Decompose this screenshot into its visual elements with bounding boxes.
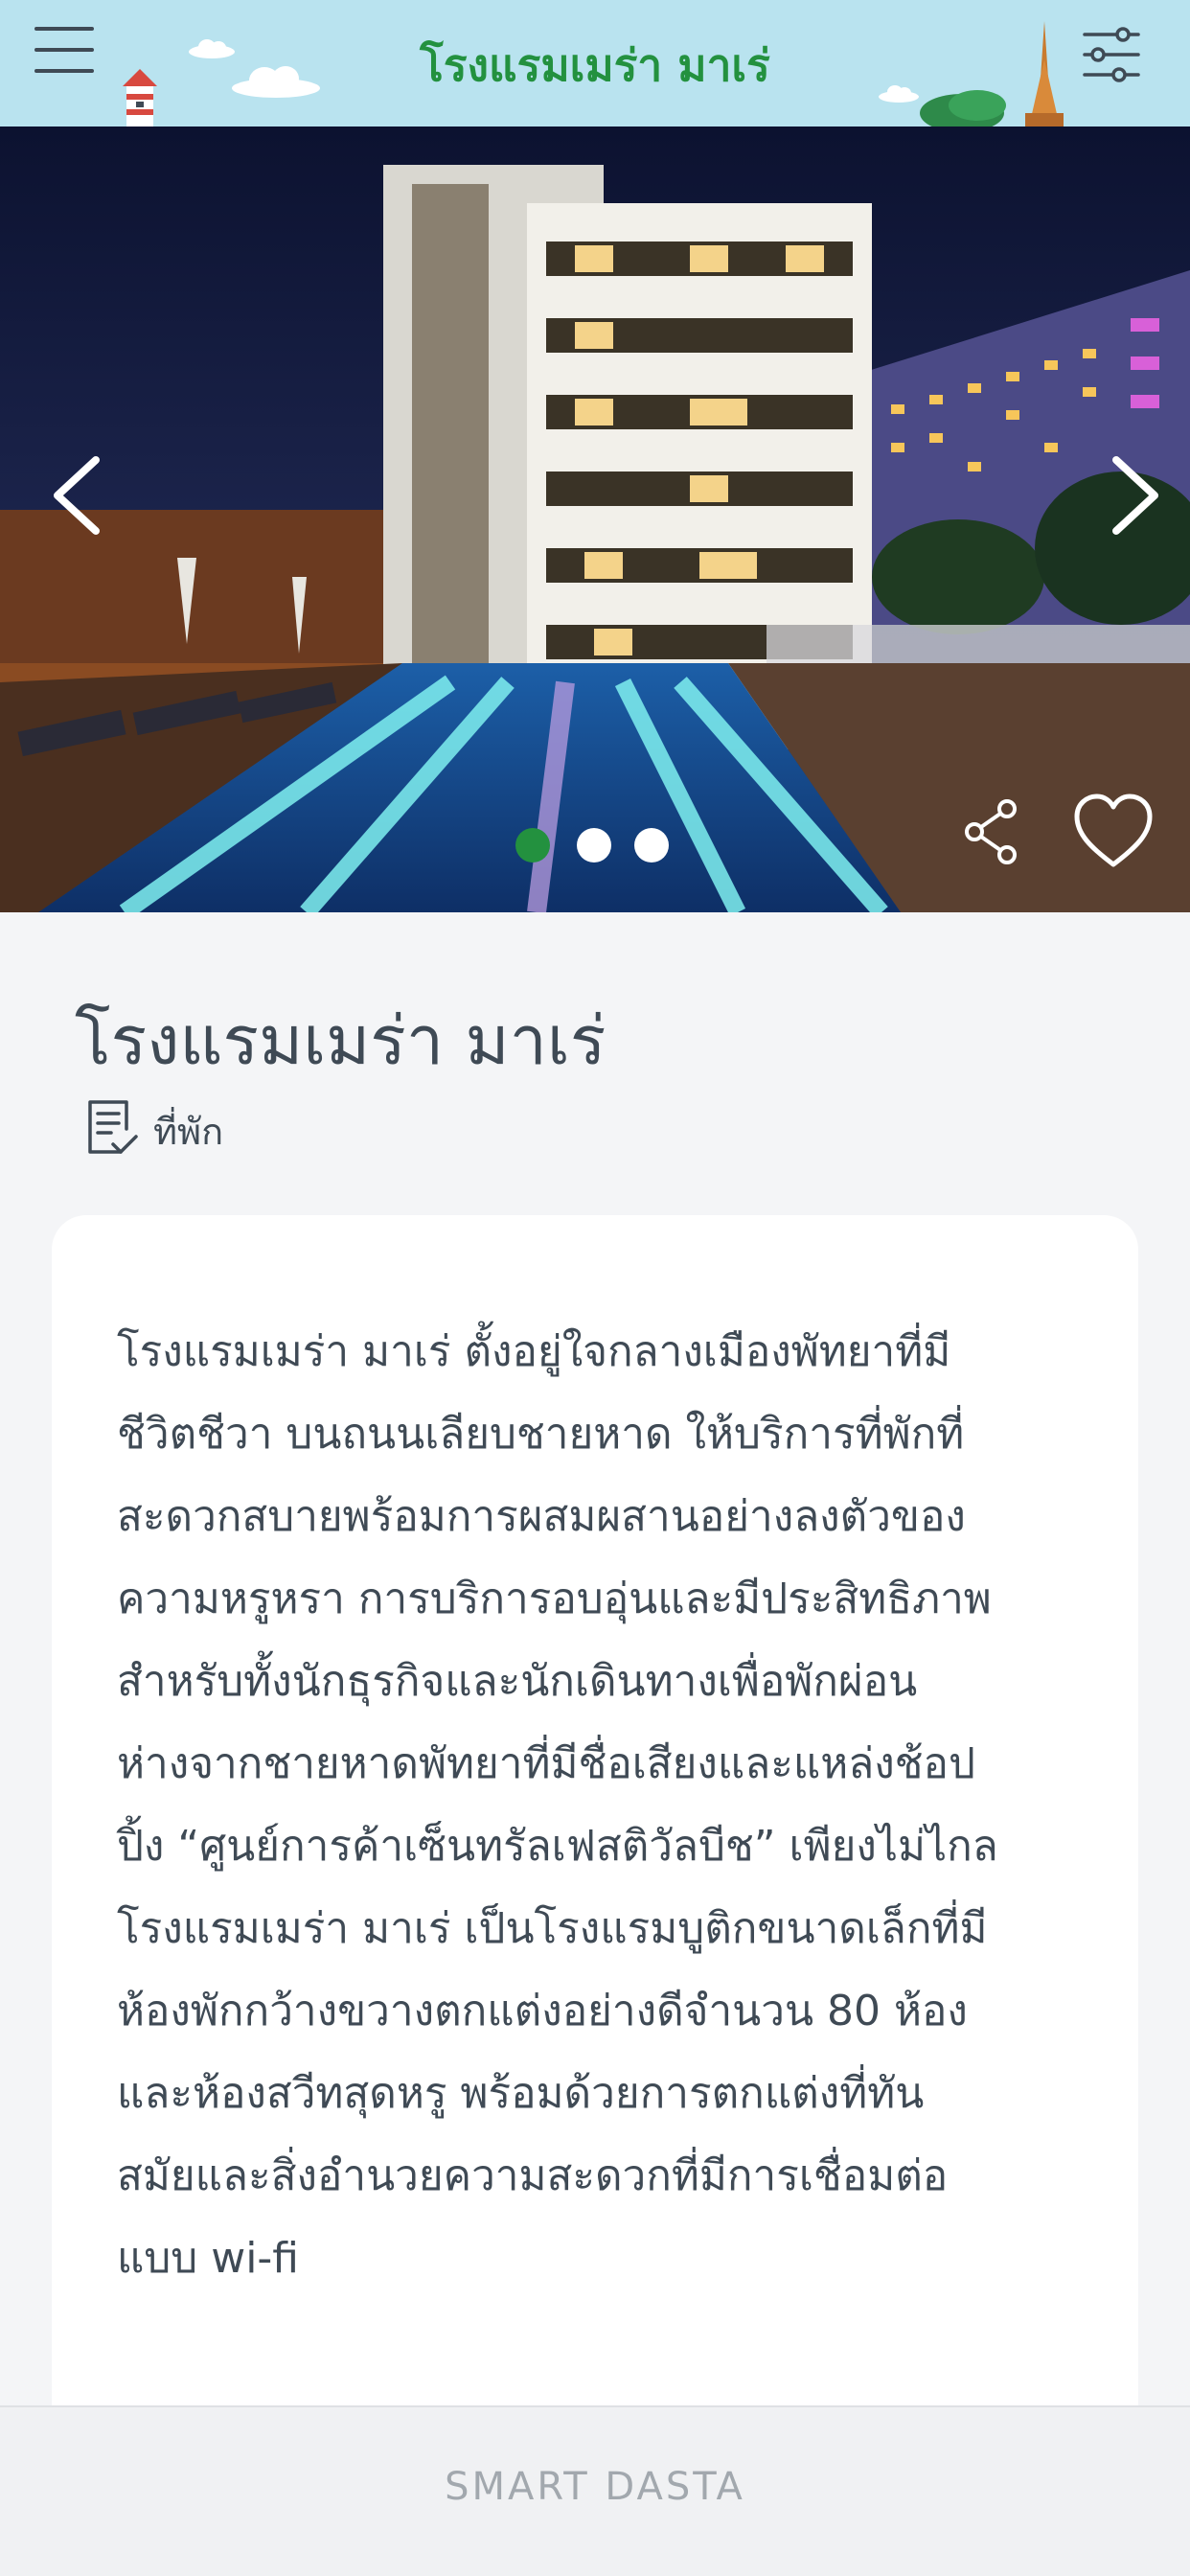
slide-dot[interactable] <box>577 828 611 862</box>
heart-icon <box>1074 794 1153 867</box>
footer-brand: SMART DASTA <box>445 2465 745 2509</box>
slide-dot[interactable] <box>634 828 669 862</box>
sliders-icon <box>1083 27 1140 82</box>
slide-dot-active[interactable] <box>515 828 550 862</box>
category-label: ที่พัก <box>153 1111 224 1153</box>
app-footer: SMART DASTA <box>0 2405 1190 2576</box>
header-title: โรงแรมเมร่า มาเร่ <box>420 39 770 91</box>
description-card: โรงแรมเมร่า มาเร่ ตั้งอยู่ใจกลางเมืองพัท… <box>52 1215 1138 2557</box>
previous-photo-button[interactable] <box>38 443 115 548</box>
share-button[interactable] <box>961 797 1022 866</box>
filter-button[interactable] <box>1081 25 1142 84</box>
description-text: โรงแรมเมร่า มาเร่ ตั้งอยู่ใจกลางเมืองพัท… <box>117 1327 998 2283</box>
chevron-right-icon <box>1112 456 1158 535</box>
hotel-photo <box>0 126 1190 912</box>
slide-indicator <box>515 828 688 866</box>
chevron-left-icon <box>54 456 100 535</box>
place-title: โรงแรมเมร่า มาเร่ <box>75 1001 606 1080</box>
next-photo-button[interactable] <box>1097 443 1174 548</box>
app-header: โรงแรมเมร่า มาเร่ <box>0 0 1190 126</box>
document-check-icon <box>88 1100 138 1154</box>
favorite-button[interactable] <box>1071 792 1156 872</box>
photo-gallery[interactable] <box>0 126 1190 912</box>
share-icon <box>965 799 1017 864</box>
